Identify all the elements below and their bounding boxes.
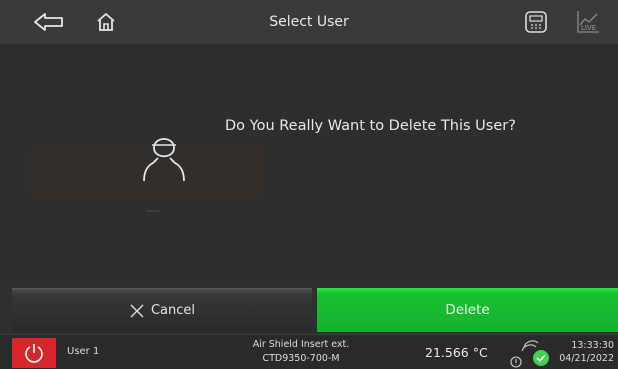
confirm-delete-message: Do You Really Want to Delete This User?: [225, 118, 516, 134]
delete-button[interactable]: Delete: [317, 288, 618, 332]
power-icon: [25, 344, 43, 363]
calculator-icon: [525, 11, 547, 33]
live-button[interactable]: LIVE: [574, 8, 602, 36]
cancel-label: Cancel: [150, 303, 196, 318]
power-button[interactable]: [12, 338, 56, 368]
status-bar: User 1 Air Shield Insert ext. CTD9350-70…: [0, 334, 618, 369]
main-area: Do You Really Want to Delete This User?: [0, 44, 618, 286]
cancel-button[interactable]: Cancel: [12, 288, 312, 332]
datetime: 13:33:30 04/21/2022: [559, 339, 614, 365]
select-user-screen: Select User LIVE Do You Really Want to D…: [0, 0, 618, 369]
temperature-readout: 21.566 °C: [425, 345, 488, 360]
probe-icon: [510, 340, 539, 368]
live-chart-icon: LIVE: [577, 11, 599, 33]
user-icon: [139, 128, 189, 188]
check-icon: [533, 350, 549, 366]
calculator-button[interactable]: [522, 8, 550, 36]
close-icon: [130, 304, 144, 317]
live-label: LIVE: [581, 24, 596, 32]
clock-date: 04/21/2022: [559, 353, 614, 364]
sensor-info: Air Shield Insert ext. CTD9350-700-M: [226, 338, 376, 366]
sensor-model: CTD9350-700-M: [262, 353, 340, 364]
header-bar: Select User LIVE: [0, 0, 618, 44]
clock-time: 13:33:30: [571, 340, 614, 351]
probe-status[interactable]: [510, 337, 554, 369]
current-user: User 1: [67, 346, 100, 357]
delete-label: Delete: [445, 302, 490, 318]
divider: [146, 210, 160, 212]
sensor-name: Air Shield Insert ext.: [252, 339, 350, 350]
